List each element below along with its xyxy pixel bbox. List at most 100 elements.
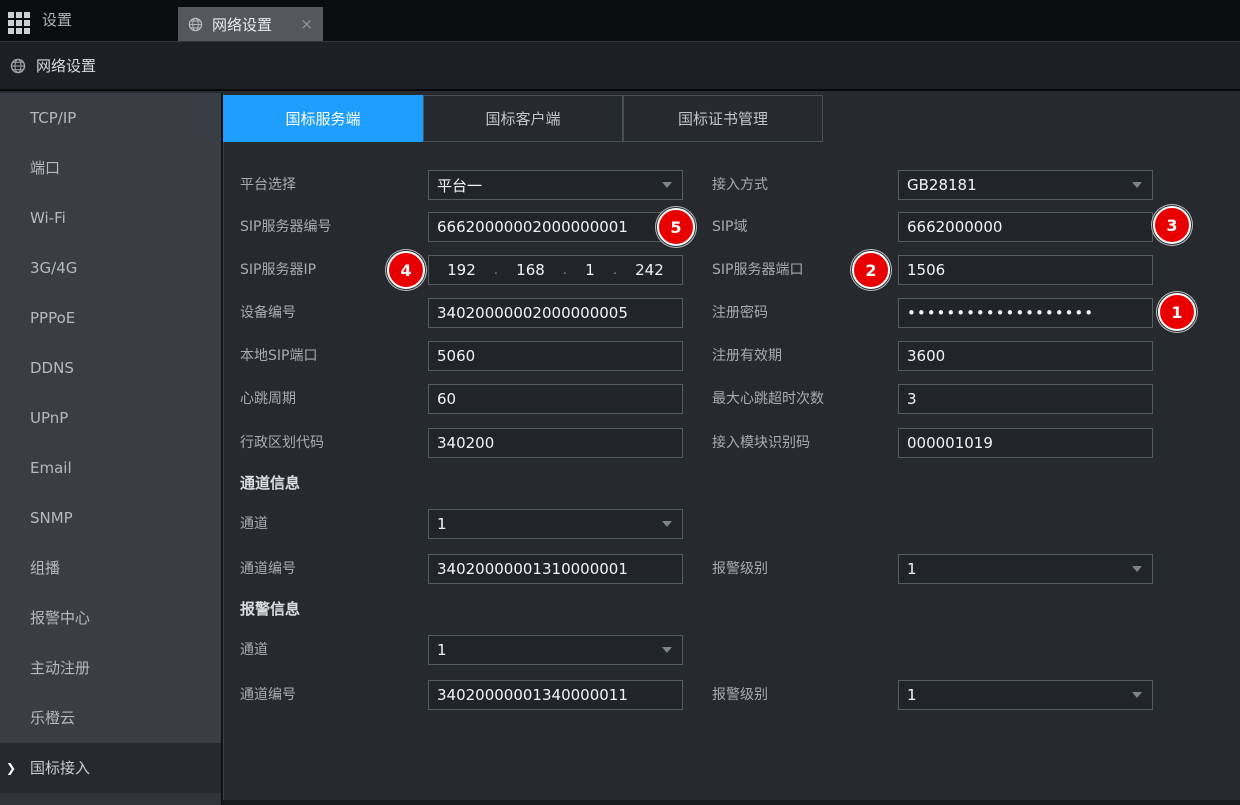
ip-octet-1: 192	[447, 261, 476, 279]
admin-region-code-label: 行政区划代码	[240, 428, 324, 458]
chevron-down-icon	[662, 182, 672, 188]
sidebar-item-lechange-cloud[interactable]: 乐橙云	[0, 693, 222, 743]
channel-id-input[interactable]	[428, 554, 683, 584]
chevron-down-icon	[662, 647, 672, 653]
sidebar-item-partial	[0, 793, 222, 805]
ip-dot: .	[563, 263, 567, 278]
alarm-channel-label: 通道	[240, 635, 268, 665]
platform-select-value: 平台一	[437, 175, 482, 196]
local-sip-port-input[interactable]	[428, 341, 683, 371]
callout-badge-5: 5	[657, 208, 695, 246]
channel-id-label: 通道编号	[240, 554, 296, 584]
alarm-level-select-value: 1	[907, 560, 917, 578]
page-title: 网络设置	[36, 42, 96, 90]
page-header: 网络设置	[0, 41, 1240, 91]
ip-dot: .	[494, 263, 498, 278]
globe-icon	[188, 17, 203, 32]
tab-gb-server[interactable]: 国标服务端	[223, 95, 423, 142]
ip-octet-4: 242	[635, 261, 664, 279]
ip-dot: .	[613, 263, 617, 278]
alarm-info-title: 报警信息	[240, 599, 300, 619]
sip-server-port-input[interactable]	[898, 255, 1153, 285]
max-heartbeat-timeouts-label: 最大心跳超时次数	[712, 384, 824, 414]
chevron-down-icon	[1132, 566, 1142, 572]
alarm-channel-id-label: 通道编号	[240, 680, 296, 710]
chevron-down-icon	[662, 521, 672, 527]
admin-region-code-input[interactable]	[428, 428, 683, 458]
ip-octet-3: 1	[585, 261, 595, 279]
sidebar-item-upnp[interactable]: UPnP	[0, 393, 222, 443]
sidebar-item-port[interactable]: 端口	[0, 143, 222, 193]
close-icon[interactable]: ×	[300, 15, 313, 33]
sidebar-item-pppoe[interactable]: PPPoE	[0, 293, 222, 343]
access-module-id-input[interactable]	[898, 428, 1153, 458]
channel-select-value: 1	[437, 515, 447, 533]
alarm-channel-select-value: 1	[437, 641, 447, 659]
content-edge-line	[223, 93, 224, 805]
sidebar: TCP/IP 端口 Wi-Fi 3G/4G PPPoE DDNS UPnP Em…	[0, 93, 222, 805]
sidebar-item-gb-access[interactable]: ❯ 国标接入	[0, 743, 222, 793]
register-valid-period-label: 注册有效期	[712, 341, 782, 371]
sip-server-id-label: SIP服务器编号	[240, 212, 331, 242]
channel-select[interactable]: 1	[428, 509, 683, 539]
access-module-id-label: 接入模块识别码	[712, 428, 810, 458]
app-window: 设置 网络设置 × 网络设置 TCP/IP 端口 Wi-Fi 3G/	[0, 0, 1240, 805]
access-mode-select-value: GB28181	[907, 176, 977, 194]
platform-label: 平台选择	[240, 170, 296, 200]
tab-gb-cert-management[interactable]: 国标证书管理	[623, 95, 823, 142]
callout-badge-3: 3	[1153, 206, 1191, 244]
register-password-input[interactable]	[898, 298, 1153, 328]
menu-grid-icon[interactable]	[8, 12, 30, 34]
chevron-right-icon: ❯	[6, 743, 16, 793]
chevron-down-icon	[1132, 182, 1142, 188]
alarm-level-label-2: 报警级别	[712, 680, 768, 710]
callout-badge-4: 4	[387, 251, 425, 289]
alarm-level-select-2-value: 1	[907, 686, 917, 704]
window-bottom-edge	[222, 800, 1240, 805]
max-heartbeat-timeouts-input[interactable]	[898, 384, 1153, 414]
access-mode-select[interactable]: GB28181	[898, 170, 1153, 200]
local-sip-port-label: 本地SIP端口	[240, 341, 317, 371]
alarm-level-select-2[interactable]: 1	[898, 680, 1153, 710]
access-mode-label: 接入方式	[712, 170, 768, 200]
globe-icon	[10, 58, 26, 74]
register-password-label: 注册密码	[712, 298, 768, 328]
sidebar-item-3g4g[interactable]: 3G/4G	[0, 243, 222, 293]
top-bar: 设置 网络设置 ×	[0, 0, 1240, 41]
sip-domain-label: SIP域	[712, 212, 747, 242]
sidebar-item-alarm-center[interactable]: 报警中心	[0, 593, 222, 643]
sip-server-ip-label: SIP服务器IP	[240, 255, 316, 285]
sidebar-item-snmp[interactable]: SNMP	[0, 493, 222, 543]
sidebar-item-gb-access-label: 国标接入	[30, 759, 90, 777]
alarm-channel-id-input[interactable]	[428, 680, 683, 710]
platform-select[interactable]: 平台一	[428, 170, 683, 200]
sip-server-id-input[interactable]	[428, 212, 683, 242]
ip-octet-2: 168	[516, 261, 545, 279]
device-id-input[interactable]	[428, 298, 683, 328]
tab-gb-client[interactable]: 国标客户端	[423, 95, 623, 142]
sidebar-item-multicast[interactable]: 组播	[0, 543, 222, 593]
sidebar-item-wifi[interactable]: Wi-Fi	[0, 193, 222, 243]
sidebar-item-tcp-ip[interactable]: TCP/IP	[0, 93, 222, 143]
callout-badge-1: 1	[1158, 293, 1196, 331]
sidebar-item-email[interactable]: Email	[0, 443, 222, 493]
heartbeat-period-input[interactable]	[428, 384, 683, 414]
tab-settings[interactable]: 设置	[42, 0, 72, 41]
channel-label: 通道	[240, 509, 268, 539]
register-valid-period-input[interactable]	[898, 341, 1153, 371]
sip-server-port-label: SIP服务器端口	[712, 255, 803, 285]
alarm-channel-select[interactable]: 1	[428, 635, 683, 665]
channel-info-title: 通道信息	[240, 473, 300, 493]
sip-domain-input[interactable]	[898, 212, 1153, 242]
tab-network-settings-label: 网络设置	[212, 14, 272, 35]
heartbeat-period-label: 心跳周期	[240, 384, 296, 414]
callout-badge-2: 2	[852, 251, 890, 289]
device-id-label: 设备编号	[240, 298, 296, 328]
alarm-level-label: 报警级别	[712, 554, 768, 584]
tab-network-settings[interactable]: 网络设置 ×	[178, 7, 323, 41]
sip-server-ip-input[interactable]: 192 . 168 . 1 . 242	[428, 255, 683, 285]
sidebar-item-ddns[interactable]: DDNS	[0, 343, 222, 393]
sidebar-item-auto-register[interactable]: 主动注册	[0, 643, 222, 693]
alarm-level-select[interactable]: 1	[898, 554, 1153, 584]
chevron-down-icon	[1132, 692, 1142, 698]
